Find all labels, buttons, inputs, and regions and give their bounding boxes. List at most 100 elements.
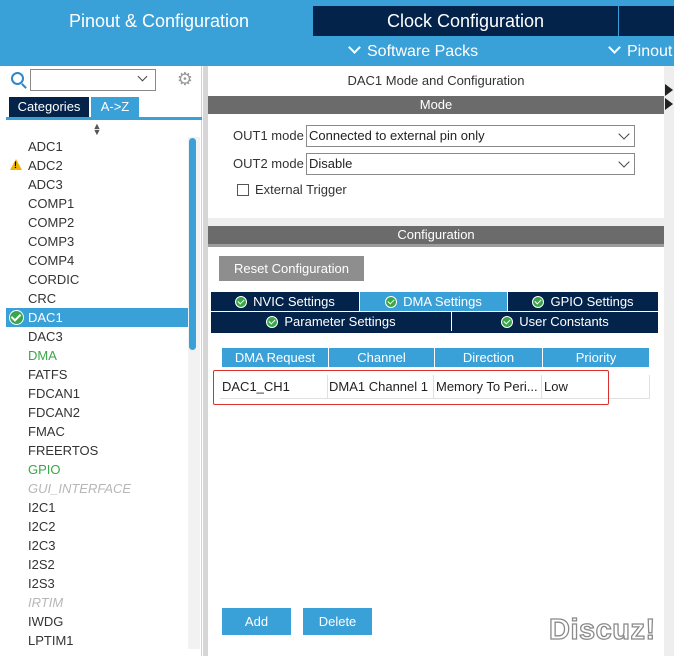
tab-a-to-z[interactable]: A->Z bbox=[91, 97, 139, 117]
chevron-down-icon bbox=[608, 41, 621, 54]
mode-section-header: Mode bbox=[208, 96, 664, 114]
peripheral-item-dma[interactable]: DMA bbox=[6, 346, 188, 365]
peripheral-item-crc[interactable]: CRC bbox=[6, 289, 188, 308]
peripheral-label: COMP4 bbox=[28, 253, 75, 268]
peripheral-label: FDCAN2 bbox=[28, 405, 81, 420]
row-highlight-box bbox=[213, 370, 609, 405]
peripheral-item-comp1[interactable]: COMP1 bbox=[6, 194, 188, 213]
check-icon bbox=[9, 310, 24, 325]
configuration-header-strip bbox=[208, 244, 664, 247]
tab-underline bbox=[6, 117, 202, 120]
pinout-menu-label: Pinout bbox=[627, 43, 673, 60]
peripheral-item-irtim[interactable]: IRTIM bbox=[6, 593, 188, 612]
tabs-underline bbox=[211, 331, 658, 333]
peripheral-label: COMP2 bbox=[28, 215, 75, 230]
peripheral-item-fatfs[interactable]: FATFS bbox=[6, 365, 188, 384]
external-trigger-label: External Trigger bbox=[255, 182, 347, 197]
peripheral-item-adc3[interactable]: ADC3 bbox=[6, 175, 188, 194]
peripheral-item-dac3[interactable]: DAC3 bbox=[6, 327, 188, 346]
out1-mode-value: Connected to external pin only bbox=[309, 128, 485, 143]
peripheral-label: ADC1 bbox=[28, 139, 63, 154]
reset-configuration-button[interactable]: Reset Configuration bbox=[219, 256, 364, 281]
peripheral-item-comp2[interactable]: COMP2 bbox=[6, 213, 188, 232]
column-header-direction[interactable]: Direction bbox=[435, 348, 542, 367]
peripheral-label: CRC bbox=[28, 291, 57, 306]
panel-title: DAC1 Mode and Configuration bbox=[347, 73, 525, 88]
tab-label: NVIC Settings bbox=[253, 294, 335, 309]
tab-label: DMA Settings bbox=[403, 294, 482, 309]
peripheral-item-i2s2[interactable]: I2S2 bbox=[6, 555, 188, 574]
peripheral-item-i2c1[interactable]: I2C1 bbox=[6, 498, 188, 517]
tab-user-constants[interactable]: User Constants bbox=[452, 312, 658, 331]
check-icon bbox=[532, 296, 545, 308]
add-button[interactable]: Add bbox=[222, 608, 291, 635]
peripheral-item-gpio[interactable]: GPIO bbox=[6, 460, 188, 479]
software-packs-menu[interactable]: Software Packs bbox=[348, 40, 478, 64]
scrollbar-thumb[interactable] bbox=[189, 138, 196, 350]
peripheral-label: I2S3 bbox=[28, 576, 55, 591]
tab-label: User Constants bbox=[519, 314, 609, 329]
peripheral-label: DAC1 bbox=[28, 310, 63, 325]
tab-parameter-settings[interactable]: Parameter Settings bbox=[211, 312, 451, 331]
tab-overflow[interactable] bbox=[619, 6, 674, 36]
peripheral-item-iwdg[interactable]: IWDG bbox=[6, 612, 188, 631]
peripheral-label: GPIO bbox=[28, 462, 61, 477]
chevron-down-icon bbox=[618, 156, 630, 168]
peripheral-item-comp4[interactable]: COMP4 bbox=[6, 251, 188, 270]
tab-dma-settings[interactable]: DMA Settings bbox=[360, 292, 507, 311]
out1-mode-label: OUT1 mode bbox=[233, 128, 304, 143]
out1-mode-select[interactable]: Connected to external pin only bbox=[306, 125, 635, 147]
arrow-right-icon[interactable] bbox=[665, 98, 673, 110]
peripheral-item-gui-interface[interactable]: GUI_INTERFACE bbox=[6, 479, 188, 498]
search-input[interactable] bbox=[30, 69, 156, 91]
peripheral-label: ADC3 bbox=[28, 177, 63, 192]
peripheral-label: I2C3 bbox=[28, 538, 56, 553]
peripheral-item-i2c2[interactable]: I2C2 bbox=[6, 517, 188, 536]
peripheral-item-comp3[interactable]: COMP3 bbox=[6, 232, 188, 251]
peripheral-item-i2s3[interactable]: I2S3 bbox=[6, 574, 188, 593]
peripheral-item-fdcan1[interactable]: FDCAN1 bbox=[6, 384, 188, 403]
tab-pinout-configuration[interactable]: Pinout & Configuration bbox=[6, 6, 312, 36]
peripheral-item-fmac[interactable]: FMAC bbox=[6, 422, 188, 441]
peripheral-label: CORDIC bbox=[28, 272, 80, 287]
peripheral-label: COMP1 bbox=[28, 196, 75, 211]
tab-label: Parameter Settings bbox=[284, 314, 396, 329]
peripheral-item-lptim1[interactable]: LPTIM1 bbox=[6, 631, 188, 650]
warning-icon bbox=[10, 159, 22, 170]
peripheral-item-adc1[interactable]: ADC1 bbox=[6, 137, 188, 156]
tab-categories[interactable]: Categories bbox=[9, 97, 89, 117]
check-icon bbox=[266, 316, 279, 328]
column-header-priority[interactable]: Priority bbox=[543, 348, 649, 367]
peripheral-label: FATFS bbox=[28, 367, 68, 382]
sort-icon[interactable]: ▲ ▼ bbox=[92, 122, 102, 137]
chevron-down-icon bbox=[348, 41, 361, 54]
peripheral-label: I2C1 bbox=[28, 500, 56, 515]
column-header-dma-request[interactable]: DMA Request bbox=[222, 348, 328, 367]
peripheral-label: FMAC bbox=[28, 424, 65, 439]
peripheral-item-dac1[interactable]: DAC1 bbox=[6, 308, 188, 327]
tab-gpio-settings[interactable]: GPIO Settings bbox=[508, 292, 658, 311]
peripheral-label: LPTIM1 bbox=[28, 633, 74, 648]
peripheral-item-freertos[interactable]: FREERTOS bbox=[6, 441, 188, 460]
peripheral-item-i2c3[interactable]: I2C3 bbox=[6, 536, 188, 555]
section-separator bbox=[208, 218, 664, 226]
gear-icon[interactable]: ⚙ bbox=[176, 70, 194, 88]
external-trigger-checkbox[interactable] bbox=[237, 184, 249, 196]
tab-nvic-settings[interactable]: NVIC Settings bbox=[211, 292, 359, 311]
arrow-right-icon[interactable] bbox=[665, 84, 673, 96]
pinout-menu[interactable]: Pinout bbox=[608, 40, 672, 64]
tab-clock-configuration[interactable]: Clock Configuration bbox=[313, 6, 618, 36]
check-icon bbox=[501, 316, 514, 328]
column-header-channel[interactable]: Channel bbox=[329, 348, 434, 367]
peripheral-item-cordic[interactable]: CORDIC bbox=[6, 270, 188, 289]
right-scrollbar[interactable] bbox=[664, 66, 674, 656]
peripheral-item-fdcan2[interactable]: FDCAN2 bbox=[6, 403, 188, 422]
search-icon bbox=[11, 72, 24, 85]
peripheral-item-adc2[interactable]: ADC2 bbox=[6, 156, 188, 175]
delete-button[interactable]: Delete bbox=[303, 608, 372, 635]
check-icon bbox=[385, 296, 398, 308]
peripheral-label: DAC3 bbox=[28, 329, 63, 344]
peripheral-label: IWDG bbox=[28, 614, 64, 629]
out2-mode-select[interactable]: Disable bbox=[306, 153, 635, 175]
watermark: Discuz! bbox=[548, 613, 656, 646]
